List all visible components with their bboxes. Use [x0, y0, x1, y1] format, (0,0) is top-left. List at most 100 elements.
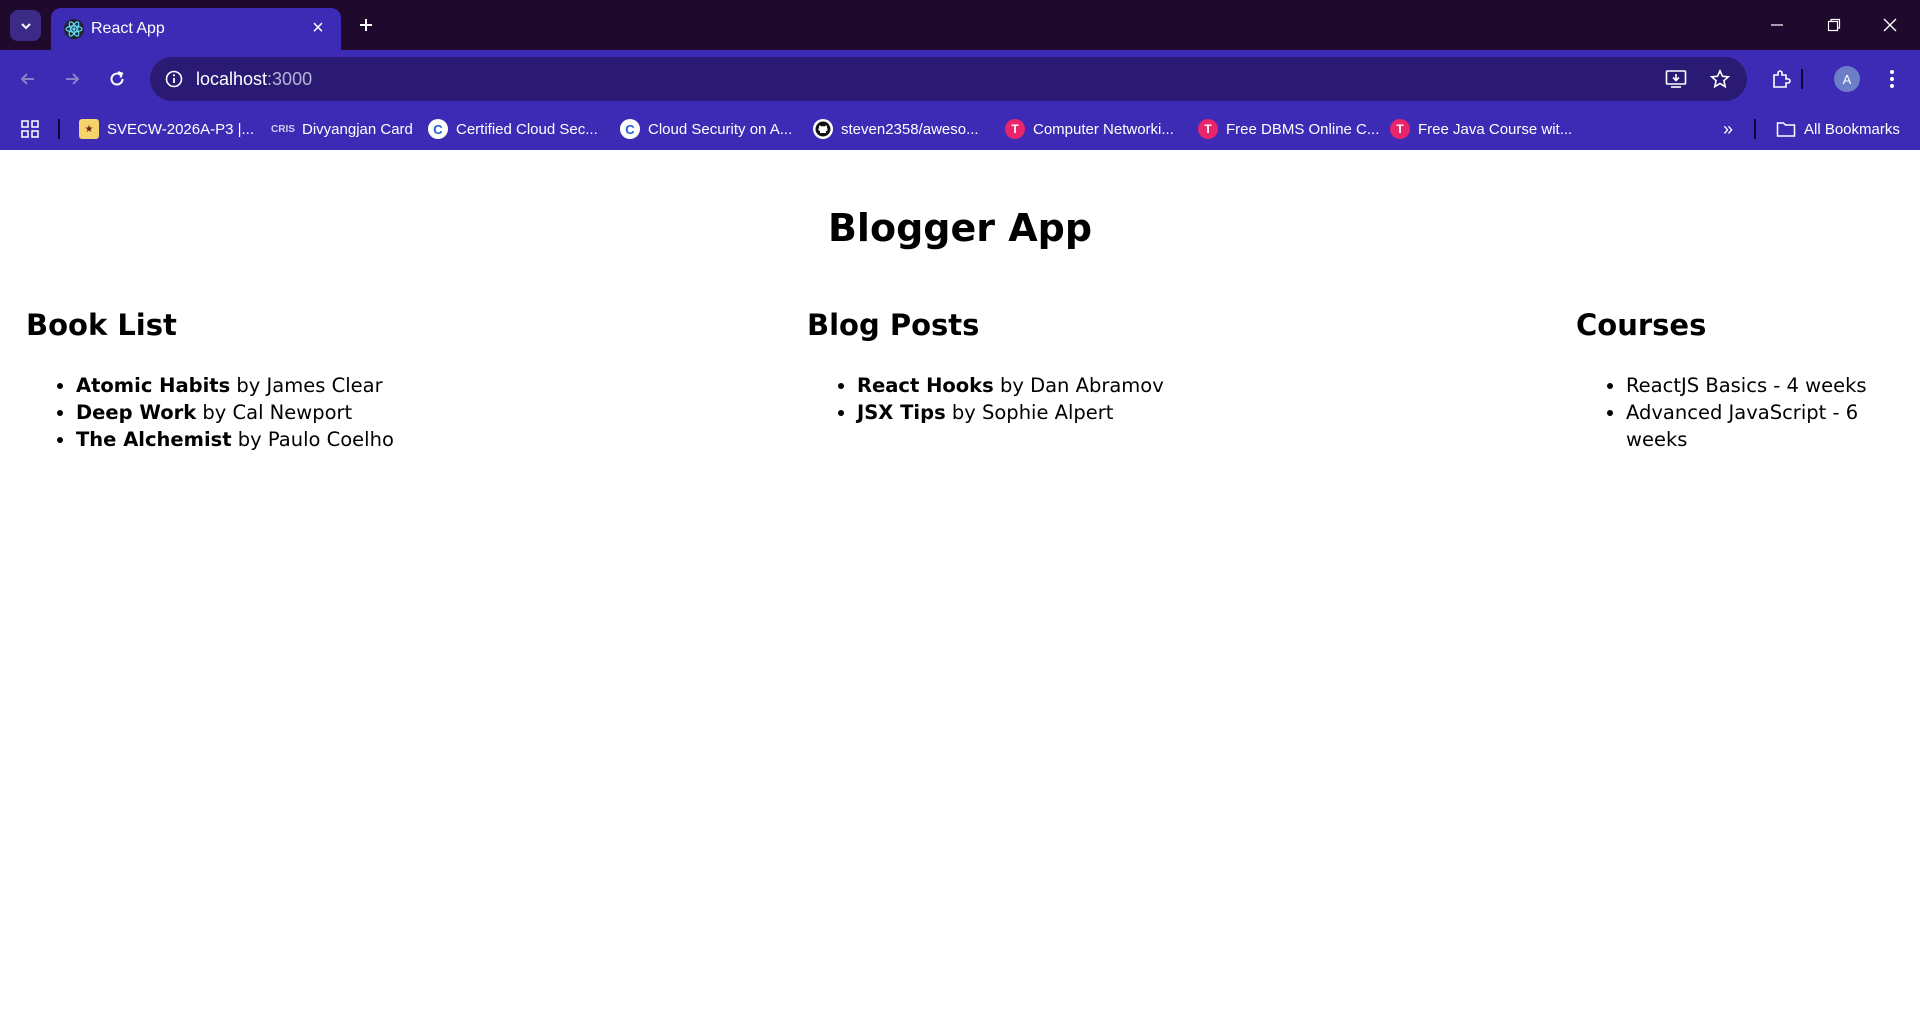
- browser-toolbar: localhost:3000 A: [0, 50, 1920, 108]
- star-icon: [1710, 69, 1730, 89]
- new-tab-button[interactable]: [352, 11, 380, 39]
- reload-button[interactable]: [99, 61, 135, 97]
- tab-strip: React App ×: [0, 0, 1920, 50]
- post-title: JSX Tips: [857, 401, 946, 424]
- install-app-icon: [1665, 70, 1687, 88]
- svecw-logo-icon: ★: [79, 119, 99, 139]
- page-content: Blogger App Book List Atomic Habits by J…: [0, 150, 1920, 1020]
- bookmark-label: Certified Cloud Sec...: [456, 120, 598, 138]
- tab-search-button[interactable]: [10, 10, 41, 41]
- course-list: ReactJS Basics - 4 weeks Advanced JavaSc…: [1576, 372, 1920, 453]
- post-author: by Dan Abramov: [993, 374, 1164, 397]
- bookmark-item[interactable]: T Free Java Course wit...: [1390, 117, 1572, 141]
- bookmark-label: steven2358/aweso...: [841, 120, 979, 138]
- bookmarks-bar: ★ SVECW-2026A-P3 |... CRIS Divyangjan Ca…: [0, 108, 1920, 150]
- github-icon: [813, 119, 833, 139]
- t-logo-icon: T: [1198, 119, 1218, 139]
- url-port: :3000: [267, 69, 313, 89]
- bookmark-item[interactable]: ★ SVECW-2026A-P3 |...: [79, 117, 254, 141]
- all-bookmarks-label: All Bookmarks: [1804, 120, 1900, 138]
- kebab-menu-icon: [1890, 70, 1894, 88]
- close-tab-icon[interactable]: ×: [307, 17, 329, 39]
- book-list-section: Book List Atomic Habits by James Clear D…: [26, 308, 394, 453]
- blog-list: React Hooks by Dan Abramov JSX Tips by S…: [807, 372, 1164, 426]
- bookmark-label: SVECW-2026A-P3 |...: [107, 120, 255, 138]
- arrow-right-icon: [66, 73, 80, 85]
- bookmark-label: Free DBMS Online C...: [1226, 120, 1380, 138]
- list-item: The Alchemist by Paulo Coelho: [76, 426, 394, 453]
- chevron-down-icon: [20, 22, 31, 29]
- close-icon: [1883, 18, 1897, 32]
- restore-icon: [1827, 18, 1841, 32]
- list-item: JSX Tips by Sophie Alpert: [857, 399, 1164, 426]
- restore-button[interactable]: [1806, 0, 1862, 50]
- folder-icon: [1776, 122, 1796, 137]
- avatar: A: [1834, 66, 1860, 92]
- post-title: React Hooks: [857, 374, 994, 397]
- section-heading: Courses: [1576, 308, 1707, 342]
- courses-section: Courses ReactJS Basics - 4 weeks Advance…: [1576, 308, 1920, 453]
- more-bookmarks-button[interactable]: »: [1714, 117, 1742, 141]
- site-info-button[interactable]: [160, 65, 188, 93]
- profile-button[interactable]: A: [1829, 61, 1865, 97]
- menu-button[interactable]: [1874, 61, 1910, 97]
- forward-button[interactable]: [54, 61, 90, 97]
- address-bar[interactable]: localhost:3000: [150, 57, 1747, 101]
- back-button[interactable]: [10, 61, 46, 97]
- tab-title: React App: [91, 20, 165, 37]
- book-title: Deep Work: [76, 401, 197, 424]
- book-title: The Alchemist: [76, 428, 232, 451]
- install-app-button[interactable]: [1662, 65, 1690, 93]
- close-window-button[interactable]: [1862, 0, 1918, 50]
- bookmark-item[interactable]: CRIS Divyangjan Card: [271, 117, 413, 141]
- url-host: localhost: [196, 69, 268, 89]
- list-item: React Hooks by Dan Abramov: [857, 372, 1164, 399]
- bookmark-item[interactable]: T Free DBMS Online C...: [1198, 117, 1379, 141]
- puzzle-icon: [1773, 70, 1791, 88]
- list-item: Advanced JavaScript - 6 weeks: [1626, 399, 1920, 453]
- book-author: by Cal Newport: [196, 401, 353, 424]
- toolbar-divider: [1800, 61, 1804, 97]
- book-author: by Paulo Coelho: [231, 428, 394, 451]
- tab-react-app[interactable]: React App ×: [51, 8, 341, 50]
- apps-grid-icon: [21, 120, 39, 138]
- list-item: Atomic Habits by James Clear: [76, 372, 394, 399]
- list-item: ReactJS Basics - 4 weeks: [1626, 372, 1920, 399]
- c-logo-icon: C: [620, 119, 640, 139]
- bookmark-label: Divyangjan Card: [302, 120, 413, 138]
- bookmark-item[interactable]: C Cloud Security on A...: [620, 117, 792, 141]
- info-icon: [165, 70, 183, 88]
- bookmark-label: Free Java Course wit...: [1418, 120, 1573, 138]
- bookmark-label: Cloud Security on A...: [648, 120, 793, 138]
- double-chevron-right-icon: »: [1722, 118, 1733, 139]
- t-logo-icon: T: [1390, 119, 1410, 139]
- section-heading: Book List: [26, 308, 177, 342]
- bookmark-item[interactable]: steven2358/aweso...: [813, 117, 979, 141]
- url-text[interactable]: localhost:3000: [196, 69, 312, 90]
- bookmark-separator: [58, 119, 60, 139]
- all-bookmarks-button[interactable]: All Bookmarks: [1776, 117, 1900, 141]
- section-heading: Blog Posts: [807, 308, 980, 342]
- book-author: by James Clear: [230, 374, 383, 397]
- book-list: Atomic Habits by James Clear Deep Work b…: [26, 372, 394, 453]
- plus-icon: [360, 19, 372, 31]
- arrow-left-icon: [20, 73, 34, 85]
- bookmark-separator: [1754, 119, 1756, 139]
- minimize-button[interactable]: [1749, 0, 1805, 50]
- bookmark-label: Computer Networki...: [1033, 120, 1174, 138]
- bookmark-item[interactable]: T Computer Networki...: [1005, 117, 1174, 141]
- cris-logo-icon: CRIS: [271, 123, 295, 135]
- bookmark-star-button[interactable]: [1706, 65, 1734, 93]
- apps-button[interactable]: [18, 117, 42, 141]
- react-logo-icon: [64, 19, 84, 39]
- bookmark-item[interactable]: C Certified Cloud Sec...: [428, 117, 598, 141]
- post-author: by Sophie Alpert: [945, 401, 1114, 424]
- reload-icon: [110, 71, 124, 86]
- blog-posts-section: Blog Posts React Hooks by Dan Abramov JS…: [807, 308, 1164, 426]
- list-item: Deep Work by Cal Newport: [76, 399, 394, 426]
- t-logo-icon: T: [1005, 119, 1025, 139]
- extensions-button[interactable]: [1763, 61, 1799, 97]
- minimize-icon: [1771, 24, 1783, 26]
- c-logo-icon: C: [428, 119, 448, 139]
- page-title: Blogger App: [827, 206, 1093, 250]
